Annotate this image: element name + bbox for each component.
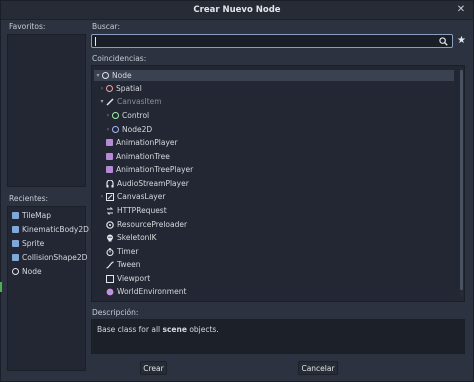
tree-row-audiostreamplayer[interactable]: AudioStreamPlayer	[92, 178, 189, 189]
tree-row-label: Node	[112, 71, 132, 80]
tree-row-viewport[interactable]: Viewport	[92, 273, 150, 284]
tree-row-label: Control	[122, 111, 150, 120]
tree-row-animationtreeplayer[interactable]: AnimationTreePlayer	[92, 164, 193, 175]
tree-row-label: AnimationTreePlayer	[116, 165, 194, 174]
search-icon[interactable]	[439, 37, 448, 46]
worldenvironment-icon	[106, 288, 114, 296]
text-caret	[95, 37, 96, 46]
background-edge-marker	[0, 282, 2, 292]
httprequest-icon	[106, 206, 114, 215]
tree-row-label: Node2D	[122, 125, 153, 134]
tree-row-label: WorldEnvironment	[117, 287, 187, 296]
recent-item[interactable]: KinematicBody2D	[12, 224, 89, 235]
kinematicbody2d-icon	[12, 226, 19, 233]
tree-row-label: AnimationPlayer	[116, 138, 178, 147]
sprite-icon	[12, 240, 19, 247]
tree-row-resourcepreloader[interactable]: ResourcePreloader	[92, 219, 187, 230]
recent-item-label: Sprite	[22, 239, 45, 248]
tree-row-timer[interactable]: Timer	[92, 246, 138, 257]
matches-label: Coincidencias:	[92, 54, 147, 63]
node-icon	[12, 268, 19, 275]
create-node-dialog: Crear Nuevo Node ✕ Favoritos: Recientes:…	[0, 0, 474, 382]
animationplayer-icon	[106, 139, 113, 146]
close-icon[interactable]: ✕	[455, 4, 467, 16]
tween-icon	[106, 260, 114, 269]
expand-arrow-icon[interactable]: ▾	[94, 72, 102, 79]
tree-row-label: AnimationTree	[116, 152, 170, 161]
tree-row-spatial[interactable]: › Spatial	[92, 83, 142, 94]
timer-icon	[106, 247, 114, 256]
tree-row-tween[interactable]: Tween	[92, 259, 140, 270]
tree-row-label: Viewport	[117, 274, 151, 283]
spatial-icon	[106, 85, 113, 92]
tree-row-httprequest[interactable]: HTTPRequest	[92, 205, 167, 216]
tree-row-label: SkeletonIK	[117, 233, 157, 242]
control-icon	[112, 112, 119, 119]
tree-row-worldenvironment[interactable]: WorldEnvironment	[92, 286, 186, 297]
tree-row-label: Tween	[117, 260, 141, 269]
recent-item-label: TileMap	[22, 211, 51, 220]
animationtreeplayer-icon	[106, 166, 113, 173]
tree-row-label: Timer	[117, 247, 139, 256]
recents-label: Recientes:	[9, 194, 49, 203]
favorites-label: Favoritos:	[9, 22, 46, 31]
matches-tree[interactable]: ▾ Node › Spatial ▾ CanvasItem › Control …	[91, 65, 465, 302]
tilemap-icon	[12, 212, 19, 219]
node-icon	[102, 72, 109, 79]
favorites-list[interactable]	[7, 34, 86, 187]
tree-row-animationtree[interactable]: AnimationTree	[92, 151, 170, 162]
tree-row-label: HTTPRequest	[117, 206, 167, 215]
recent-item[interactable]: CollisionShape2D	[12, 252, 87, 263]
tree-row-label: AudioStreamPlayer	[117, 179, 189, 188]
skeletonik-icon	[106, 234, 114, 242]
expand-arrow-icon[interactable]: ›	[98, 85, 106, 92]
tree-row-node[interactable]: ▾ Node	[94, 70, 454, 81]
tree-row-canvaslayer[interactable]: › CanvasLayer	[92, 191, 166, 202]
expand-arrow-icon[interactable]: ›	[104, 112, 112, 119]
viewport-icon	[106, 274, 114, 283]
search-label: Buscar:	[92, 22, 121, 31]
search-field[interactable]	[91, 34, 453, 48]
recent-item[interactable]: Sprite	[12, 238, 44, 249]
description-label: Descripción:	[92, 308, 139, 317]
search-input[interactable]	[98, 35, 428, 47]
cancel-button[interactable]: Cancelar	[298, 361, 338, 375]
title-bar[interactable]: Crear Nuevo Node ✕	[1, 1, 473, 20]
expand-arrow-icon[interactable]: ›	[98, 193, 106, 200]
recent-item[interactable]: TileMap	[12, 210, 51, 221]
description-box: Base class for all scene objects.	[91, 319, 465, 354]
tree-row-label: ResourcePreloader	[117, 220, 188, 229]
favorite-star-icon[interactable]: ★	[456, 35, 467, 46]
resourcepreloader-icon	[106, 220, 114, 229]
tree-row-label: CanvasItem	[117, 97, 162, 106]
recent-item-label: KinematicBody2D	[22, 225, 89, 234]
node2d-icon	[112, 126, 119, 133]
collisionshape2d-icon	[12, 254, 19, 261]
expand-arrow-icon[interactable]: ›	[104, 126, 112, 133]
tree-row-node2d[interactable]: › Node2D	[92, 124, 152, 135]
dialog-title: Crear Nuevo Node	[193, 5, 281, 15]
animationtree-icon	[106, 153, 113, 160]
create-button[interactable]: Crear	[140, 361, 167, 375]
canvasitem-icon	[106, 97, 114, 106]
tree-row-label: CanvasLayer	[117, 192, 166, 201]
tree-row-animationplayer[interactable]: AnimationPlayer	[92, 137, 178, 148]
tree-row-canvasitem[interactable]: ▾ CanvasItem	[92, 96, 162, 107]
tree-row-label: Spatial	[116, 84, 142, 93]
expand-arrow-icon[interactable]: ▾	[98, 98, 106, 105]
recent-item-label: CollisionShape2D	[22, 253, 88, 262]
canvaslayer-icon	[106, 192, 114, 201]
tree-row-skeletonik[interactable]: SkeletonIK	[92, 232, 157, 243]
tree-scrollbar-thumb[interactable]	[460, 70, 463, 290]
tree-row-control[interactable]: › Control	[92, 110, 149, 121]
audiostreamplayer-icon	[106, 179, 114, 188]
description-text: Base class for all scene objects.	[97, 325, 219, 334]
recents-list[interactable]: TileMap KinematicBody2D Sprite Collision…	[7, 206, 89, 371]
recent-item-label: Node	[22, 267, 42, 276]
recent-item[interactable]: Node	[12, 266, 42, 277]
